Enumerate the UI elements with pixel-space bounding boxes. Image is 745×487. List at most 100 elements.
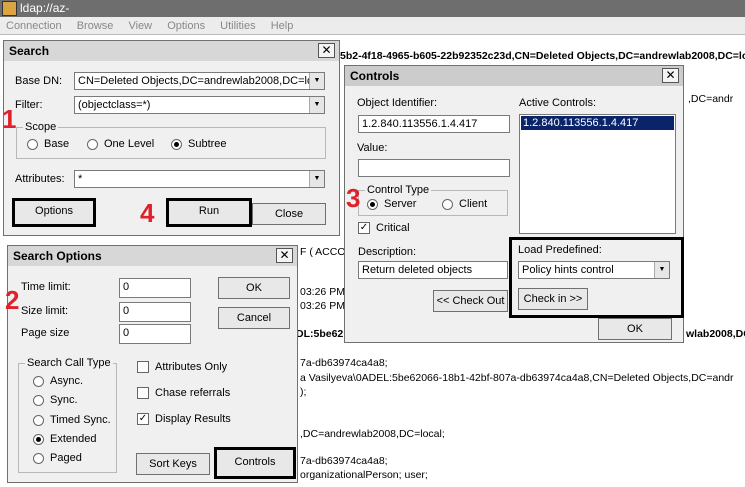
radio-selected-icon: [171, 138, 182, 150]
checkbox-icon: [137, 361, 149, 373]
run-button[interactable]: Run: [166, 198, 252, 227]
object-identifier-label: Object Identifier:: [357, 97, 438, 109]
menubar: Connection Browse View Options Utilities…: [0, 17, 745, 35]
scope-one-level-radio[interactable]: One Level: [87, 138, 154, 150]
ok-button[interactable]: OK: [218, 277, 290, 299]
output-line: ,DC=andr: [688, 93, 734, 105]
base-dn-value: CN=Deleted Objects,DC=andrewlab2008,DC=l…: [78, 75, 314, 87]
search-options-title: Search Options: [13, 249, 102, 263]
search-dialog: Search ✕ Base DN: CN=Deleted Objects,DC=…: [3, 40, 340, 236]
radio-icon: [87, 138, 98, 150]
close-icon[interactable]: ✕: [662, 68, 679, 83]
time-limit-input[interactable]: 0: [119, 278, 191, 298]
output-line: 7a-db63974ca4a8;: [300, 357, 388, 369]
controls-button[interactable]: Controls: [214, 447, 296, 479]
step-4-label: 4: [140, 198, 155, 228]
close-icon[interactable]: ✕: [276, 248, 293, 263]
scope-subtree-radio[interactable]: Subtree: [171, 138, 227, 150]
base-dn-combo[interactable]: CN=Deleted Objects,DC=andrewlab2008,DC=l…: [74, 72, 325, 90]
menu-connection[interactable]: Connection: [6, 20, 62, 32]
cancel-button[interactable]: Cancel: [218, 307, 290, 329]
size-limit-label: Size limit:: [21, 305, 69, 317]
output-line: a Vasilyeva\0ADEL:5be62066-18b1-42bf-807…: [300, 372, 734, 384]
search-call-type-group: Search Call Type Async. Sync. Timed Sync…: [18, 357, 117, 473]
attributes-label: Attributes:: [15, 173, 65, 185]
controls-dialog-title: Controls: [350, 69, 400, 83]
attributes-value: *: [78, 173, 83, 185]
menu-utilities[interactable]: Utilities: [220, 20, 255, 32]
close-icon[interactable]: ✕: [318, 43, 335, 58]
close-button[interactable]: Close: [252, 203, 326, 225]
filter-combo[interactable]: (objectclass=*) ▼: [74, 96, 325, 114]
menu-view[interactable]: View: [128, 20, 152, 32]
control-type-server-radio[interactable]: Server: [367, 198, 416, 210]
output-line: 03:26 PM: [300, 286, 345, 298]
scope-group: Scope Base One Level Subtree: [16, 121, 326, 159]
step-3-label: 3: [346, 183, 361, 213]
attributes-combo[interactable]: * ▼: [74, 170, 325, 188]
menu-browse[interactable]: Browse: [77, 20, 114, 32]
radio-icon: [33, 452, 44, 464]
display-results-checkbox[interactable]: ✓ Display Results: [137, 413, 231, 425]
value-input[interactable]: [358, 159, 510, 177]
check-out-button[interactable]: << Check Out: [433, 290, 508, 312]
call-type-paged-radio[interactable]: Paged: [33, 452, 82, 464]
load-predefined-label: Load Predefined:: [518, 244, 602, 256]
base-dn-label: Base DN:: [15, 75, 63, 87]
time-limit-label: Time limit:: [21, 281, 71, 293]
output-line: 5b2-4f18-4965-b605-22b92352c23d,CN=Delet…: [340, 50, 745, 62]
options-button[interactable]: Options: [12, 198, 96, 227]
call-type-timed-sync-radio[interactable]: Timed Sync.: [33, 414, 111, 426]
chevron-down-icon[interactable]: ▼: [309, 97, 324, 113]
search-dialog-title: Search: [9, 44, 50, 58]
output-line: 03:26 PM: [300, 300, 345, 312]
output-line: organizationalPerson; user;: [300, 469, 428, 481]
chevron-down-icon[interactable]: ▼: [309, 171, 324, 187]
chase-referrals-checkbox[interactable]: Chase referrals: [137, 387, 230, 399]
chevron-down-icon[interactable]: ▼: [654, 262, 669, 278]
menu-help[interactable]: Help: [271, 20, 294, 32]
ok-button[interactable]: OK: [598, 318, 672, 340]
radio-selected-icon: [367, 198, 378, 210]
menu-options[interactable]: Options: [167, 20, 205, 32]
output-line: F ( ACCO: [300, 246, 346, 258]
output-line: );: [300, 386, 307, 398]
description-input[interactable]: Return deleted objects: [358, 261, 508, 279]
radio-selected-icon: [33, 433, 44, 445]
controls-dialog-titlebar: Controls ✕: [345, 66, 683, 86]
object-identifier-input[interactable]: 1.2.840.113556.1.4.417: [358, 115, 510, 133]
control-type-group: Control Type Server Client: [358, 184, 508, 216]
control-type-client-radio[interactable]: Client: [442, 198, 487, 210]
radio-icon: [442, 198, 453, 210]
checkbox-icon: [137, 387, 149, 399]
filter-value: (objectclass=*): [78, 99, 151, 111]
description-label: Description:: [358, 246, 417, 258]
search-call-type-label: Search Call Type: [25, 357, 113, 369]
load-predefined-combo[interactable]: Policy hints control ▼: [518, 261, 670, 279]
radio-icon: [33, 414, 44, 426]
radio-icon: [33, 375, 44, 387]
page-size-input[interactable]: 0: [119, 324, 191, 344]
list-item[interactable]: 1.2.840.113556.1.4.417: [521, 116, 674, 130]
size-limit-input[interactable]: 0: [119, 302, 191, 322]
call-type-async-radio[interactable]: Async.: [33, 375, 83, 387]
control-type-label: Control Type: [365, 184, 432, 196]
radio-icon: [33, 394, 44, 406]
load-predefined-value: Policy hints control: [522, 264, 614, 276]
call-type-extended-radio[interactable]: Extended: [33, 433, 96, 445]
call-type-sync-radio[interactable]: Sync.: [33, 394, 78, 406]
page-size-label: Page size: [21, 327, 70, 339]
active-controls-label: Active Controls:: [519, 97, 597, 109]
sort-keys-button[interactable]: Sort Keys: [136, 453, 210, 475]
value-label: Value:: [357, 142, 388, 154]
checkmark-icon: ✓: [358, 222, 370, 234]
check-in-button[interactable]: Check in >>: [518, 288, 588, 310]
chevron-down-icon[interactable]: ▼: [309, 73, 324, 89]
filter-label: Filter:: [15, 99, 43, 111]
attributes-only-checkbox[interactable]: Attributes Only: [137, 361, 227, 373]
active-controls-list[interactable]: 1.2.840.113556.1.4.417: [519, 114, 676, 234]
critical-checkbox[interactable]: ✓ Critical: [358, 222, 410, 234]
ldp-app-icon: [2, 1, 17, 16]
search-options-titlebar: Search Options ✕: [8, 246, 297, 266]
scope-base-radio[interactable]: Base: [27, 138, 69, 150]
